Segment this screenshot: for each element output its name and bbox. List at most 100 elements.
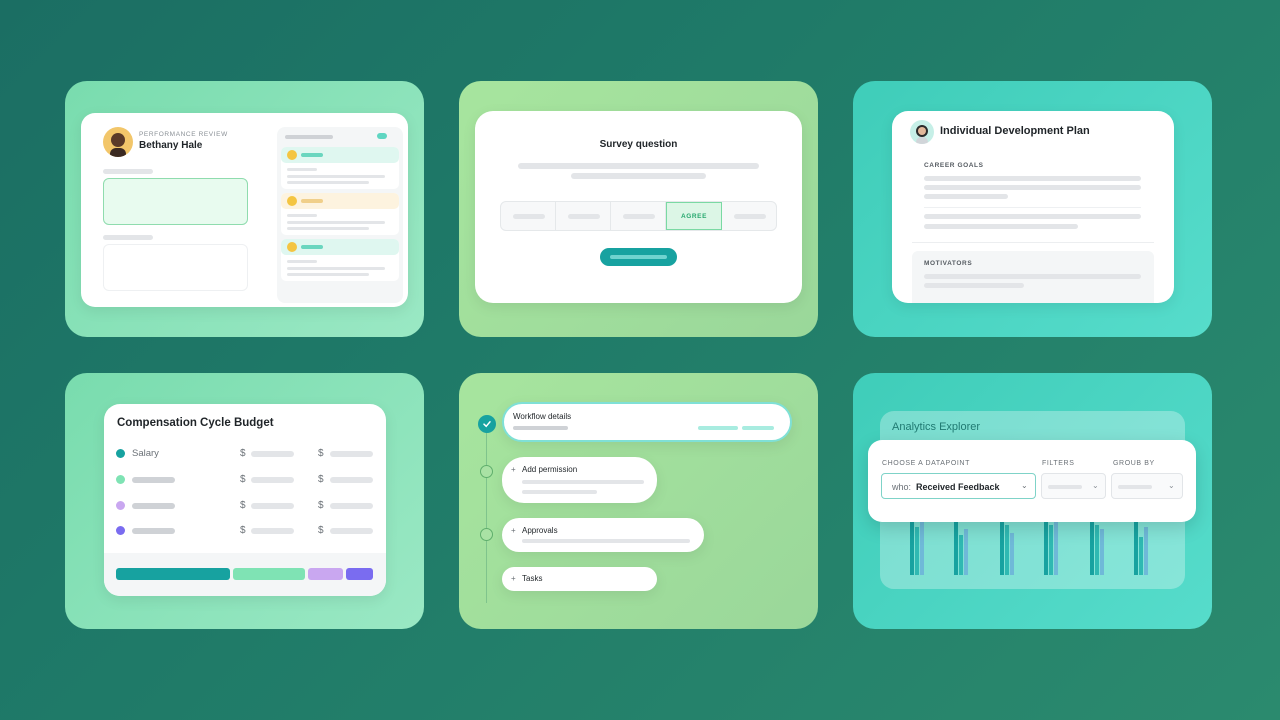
emoji-icon — [287, 150, 297, 160]
budget-row-label: Salary — [132, 448, 159, 459]
chart-bar — [1090, 517, 1094, 575]
likert-scale: AGREE — [500, 201, 777, 231]
review-text-area-2[interactable] — [103, 244, 248, 291]
workflow-details-step[interactable]: Workflow details — [502, 402, 792, 442]
budget-title: Compensation Cycle Budget — [117, 417, 274, 429]
chart-bar — [1049, 525, 1053, 575]
budget-card: Compensation Cycle Budget Salary $ $ $ $ $ $ $ $ — [104, 404, 386, 596]
currency-symbol: $ — [240, 525, 246, 536]
motivators-section: MOTIVATORS — [912, 251, 1154, 303]
chart-bar — [1134, 517, 1138, 575]
likert-option[interactable] — [556, 202, 611, 230]
survey-card: Survey question AGREE — [475, 111, 802, 303]
likert-option[interactable] — [722, 202, 776, 230]
chart-bar — [1144, 527, 1148, 575]
chart-bar — [1054, 521, 1058, 575]
step-label: Approvals — [522, 526, 558, 535]
feedback-item[interactable] — [281, 193, 399, 235]
datapoint-label: CHOOSE A DATAPOINT — [882, 460, 970, 467]
plus-icon: + — [511, 465, 516, 474]
analytics-title: Analytics Explorer — [892, 421, 981, 433]
avatar — [910, 120, 934, 144]
legend-dot — [116, 475, 125, 484]
plus-icon: + — [511, 574, 516, 583]
add-permission-step[interactable]: + Add permission — [502, 457, 657, 503]
tasks-step[interactable]: + Tasks — [502, 567, 657, 591]
chart-bar — [1139, 537, 1143, 575]
filters-select[interactable]: ⌄ — [1041, 473, 1106, 499]
budget-bar-violet — [346, 568, 373, 580]
analytics-query-card: CHOOSE A DATAPOINT FILTERS GROUB BY who:… — [868, 440, 1196, 522]
likert-option[interactable] — [501, 202, 556, 230]
career-goals-section: CAREER GOALS — [912, 153, 1154, 243]
compensation-tile: Compensation Cycle Budget Salary $ $ $ $ $ $ $ $ — [65, 373, 424, 629]
check-icon — [478, 415, 496, 433]
avatar — [103, 127, 133, 157]
plus-icon: + — [511, 526, 516, 535]
chart-bar — [1000, 517, 1004, 575]
survey-tile: Survey question AGREE — [459, 81, 818, 337]
review-text-area[interactable] — [103, 178, 248, 225]
budget-bar-lilac — [308, 568, 343, 580]
approvals-step[interactable]: + Approvals — [502, 518, 704, 552]
select-prefix: who: — [892, 482, 912, 492]
legend-dot — [116, 501, 125, 510]
likert-option-agree[interactable]: AGREE — [666, 202, 722, 230]
chevron-down-icon: ⌄ — [1021, 481, 1028, 490]
chart-bar — [910, 517, 914, 575]
currency-symbol: $ — [318, 448, 324, 459]
budget-summary — [104, 553, 386, 596]
chart-bar — [1005, 525, 1009, 575]
chevron-down-icon: ⌄ — [1092, 481, 1099, 490]
workflow-tile: Workflow details + Add permission + Appr… — [459, 373, 818, 629]
agree-label: AGREE — [680, 212, 708, 220]
budget-row: $ $ — [104, 474, 386, 486]
employee-name: Bethany Hale — [139, 140, 203, 151]
budget-row: $ $ — [104, 500, 386, 512]
idp-tile: Individual Development Plan CAREER GOALS… — [853, 81, 1212, 337]
chart-bar — [964, 529, 968, 575]
timeline-line — [486, 425, 487, 603]
chart-bar — [1010, 533, 1014, 575]
performance-review-tile: PERFORMANCE REVIEW Bethany Hale — [65, 81, 424, 337]
chart-bar — [959, 535, 963, 575]
chart-bar — [954, 517, 958, 575]
budget-bar-mint — [233, 568, 305, 580]
review-eyebrow: PERFORMANCE REVIEW — [139, 131, 228, 138]
likert-option[interactable] — [611, 202, 666, 230]
review-card: PERFORMANCE REVIEW Bethany Hale — [81, 113, 408, 307]
legend-dot — [116, 449, 125, 458]
currency-symbol: $ — [240, 474, 246, 485]
feedback-panel — [277, 127, 403, 303]
career-goals-label: CAREER GOALS — [924, 162, 984, 169]
feedback-item[interactable] — [281, 239, 399, 281]
idp-title: Individual Development Plan — [940, 125, 1090, 137]
group-by-label: GROUB BY — [1113, 460, 1155, 467]
budget-row: Salary $ $ — [104, 448, 386, 460]
step-circle-icon — [480, 465, 493, 478]
emoji-icon — [287, 196, 297, 206]
group-by-select[interactable]: ⌄ — [1111, 473, 1183, 499]
legend-dot — [116, 526, 125, 535]
budget-bar-salary — [116, 568, 230, 580]
datapoint-select[interactable]: who: Received Feedback ⌄ — [881, 473, 1036, 499]
currency-symbol: $ — [240, 448, 246, 459]
select-value: Received Feedback — [916, 482, 1000, 492]
currency-symbol: $ — [318, 474, 324, 485]
currency-symbol: $ — [240, 500, 246, 511]
chart-bar — [1095, 525, 1099, 575]
chevron-down-icon: ⌄ — [1168, 481, 1175, 490]
survey-title: Survey question — [599, 139, 678, 150]
chart-bar — [920, 521, 924, 575]
submit-button[interactable] — [600, 248, 677, 266]
budget-row: $ $ — [104, 525, 386, 537]
chart-bar — [1044, 517, 1048, 575]
motivators-label: MOTIVATORS — [924, 260, 973, 267]
step-label: Tasks — [522, 574, 543, 583]
feedback-item[interactable] — [281, 147, 399, 189]
step-circle-icon — [480, 528, 493, 541]
idp-card: Individual Development Plan CAREER GOALS… — [892, 111, 1174, 303]
currency-symbol: $ — [318, 500, 324, 511]
step-label: Workflow details — [513, 412, 572, 421]
step-label: Add permission — [522, 465, 578, 474]
